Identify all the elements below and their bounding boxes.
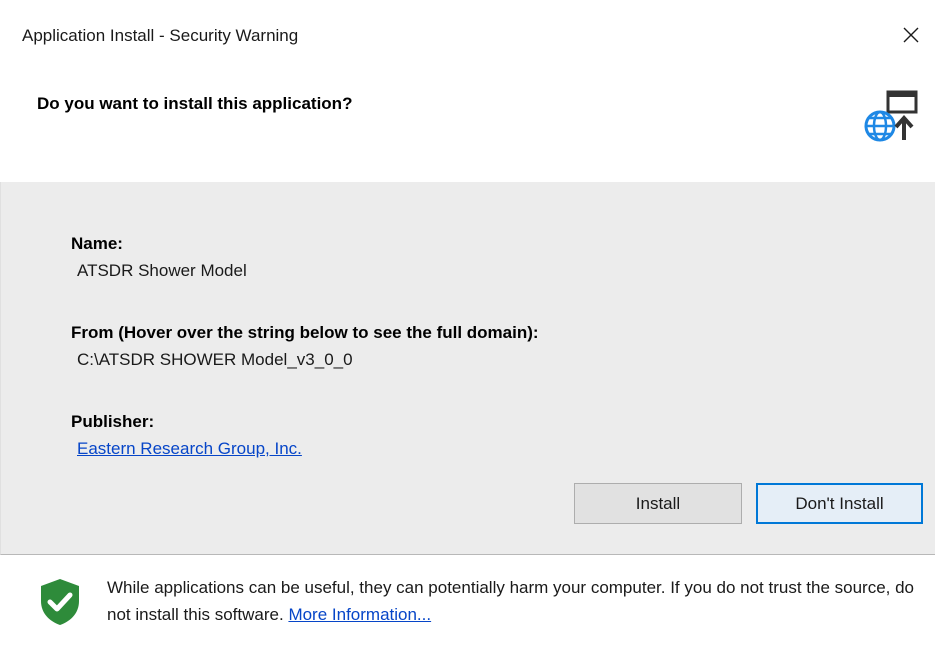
publisher-label: Publisher: [71,412,155,431]
details-panel: Name: ATSDR Shower Model From (Hover ove… [0,182,935,555]
from-value[interactable]: C:\ATSDR SHOWER Model_v3_0_0 [77,350,353,370]
close-button[interactable] [896,20,926,50]
from-label: From (Hover over the string below to see… [71,323,539,342]
security-footer: While applications can be useful, they c… [0,555,935,651]
app-install-globe-icon [864,90,918,142]
window-title: Application Install - Security Warning [22,26,299,45]
title-bar: Application Install - Security Warning [0,0,935,68]
more-information-link[interactable]: More Information... [288,605,431,624]
shield-check-icon [41,579,79,625]
install-question: Do you want to install this application? [37,94,353,113]
security-warning-text: While applications can be useful, they c… [107,574,922,628]
publisher-link[interactable]: Eastern Research Group, Inc. [77,439,302,459]
name-label: Name: [71,234,123,253]
close-icon [903,27,919,43]
warning-message: While applications can be useful, they c… [107,578,915,624]
install-button[interactable]: Install [574,483,742,524]
dont-install-button[interactable]: Don't Install [756,483,923,524]
dialog-header: Do you want to install this application? [0,68,935,182]
name-value: ATSDR Shower Model [77,261,247,280]
